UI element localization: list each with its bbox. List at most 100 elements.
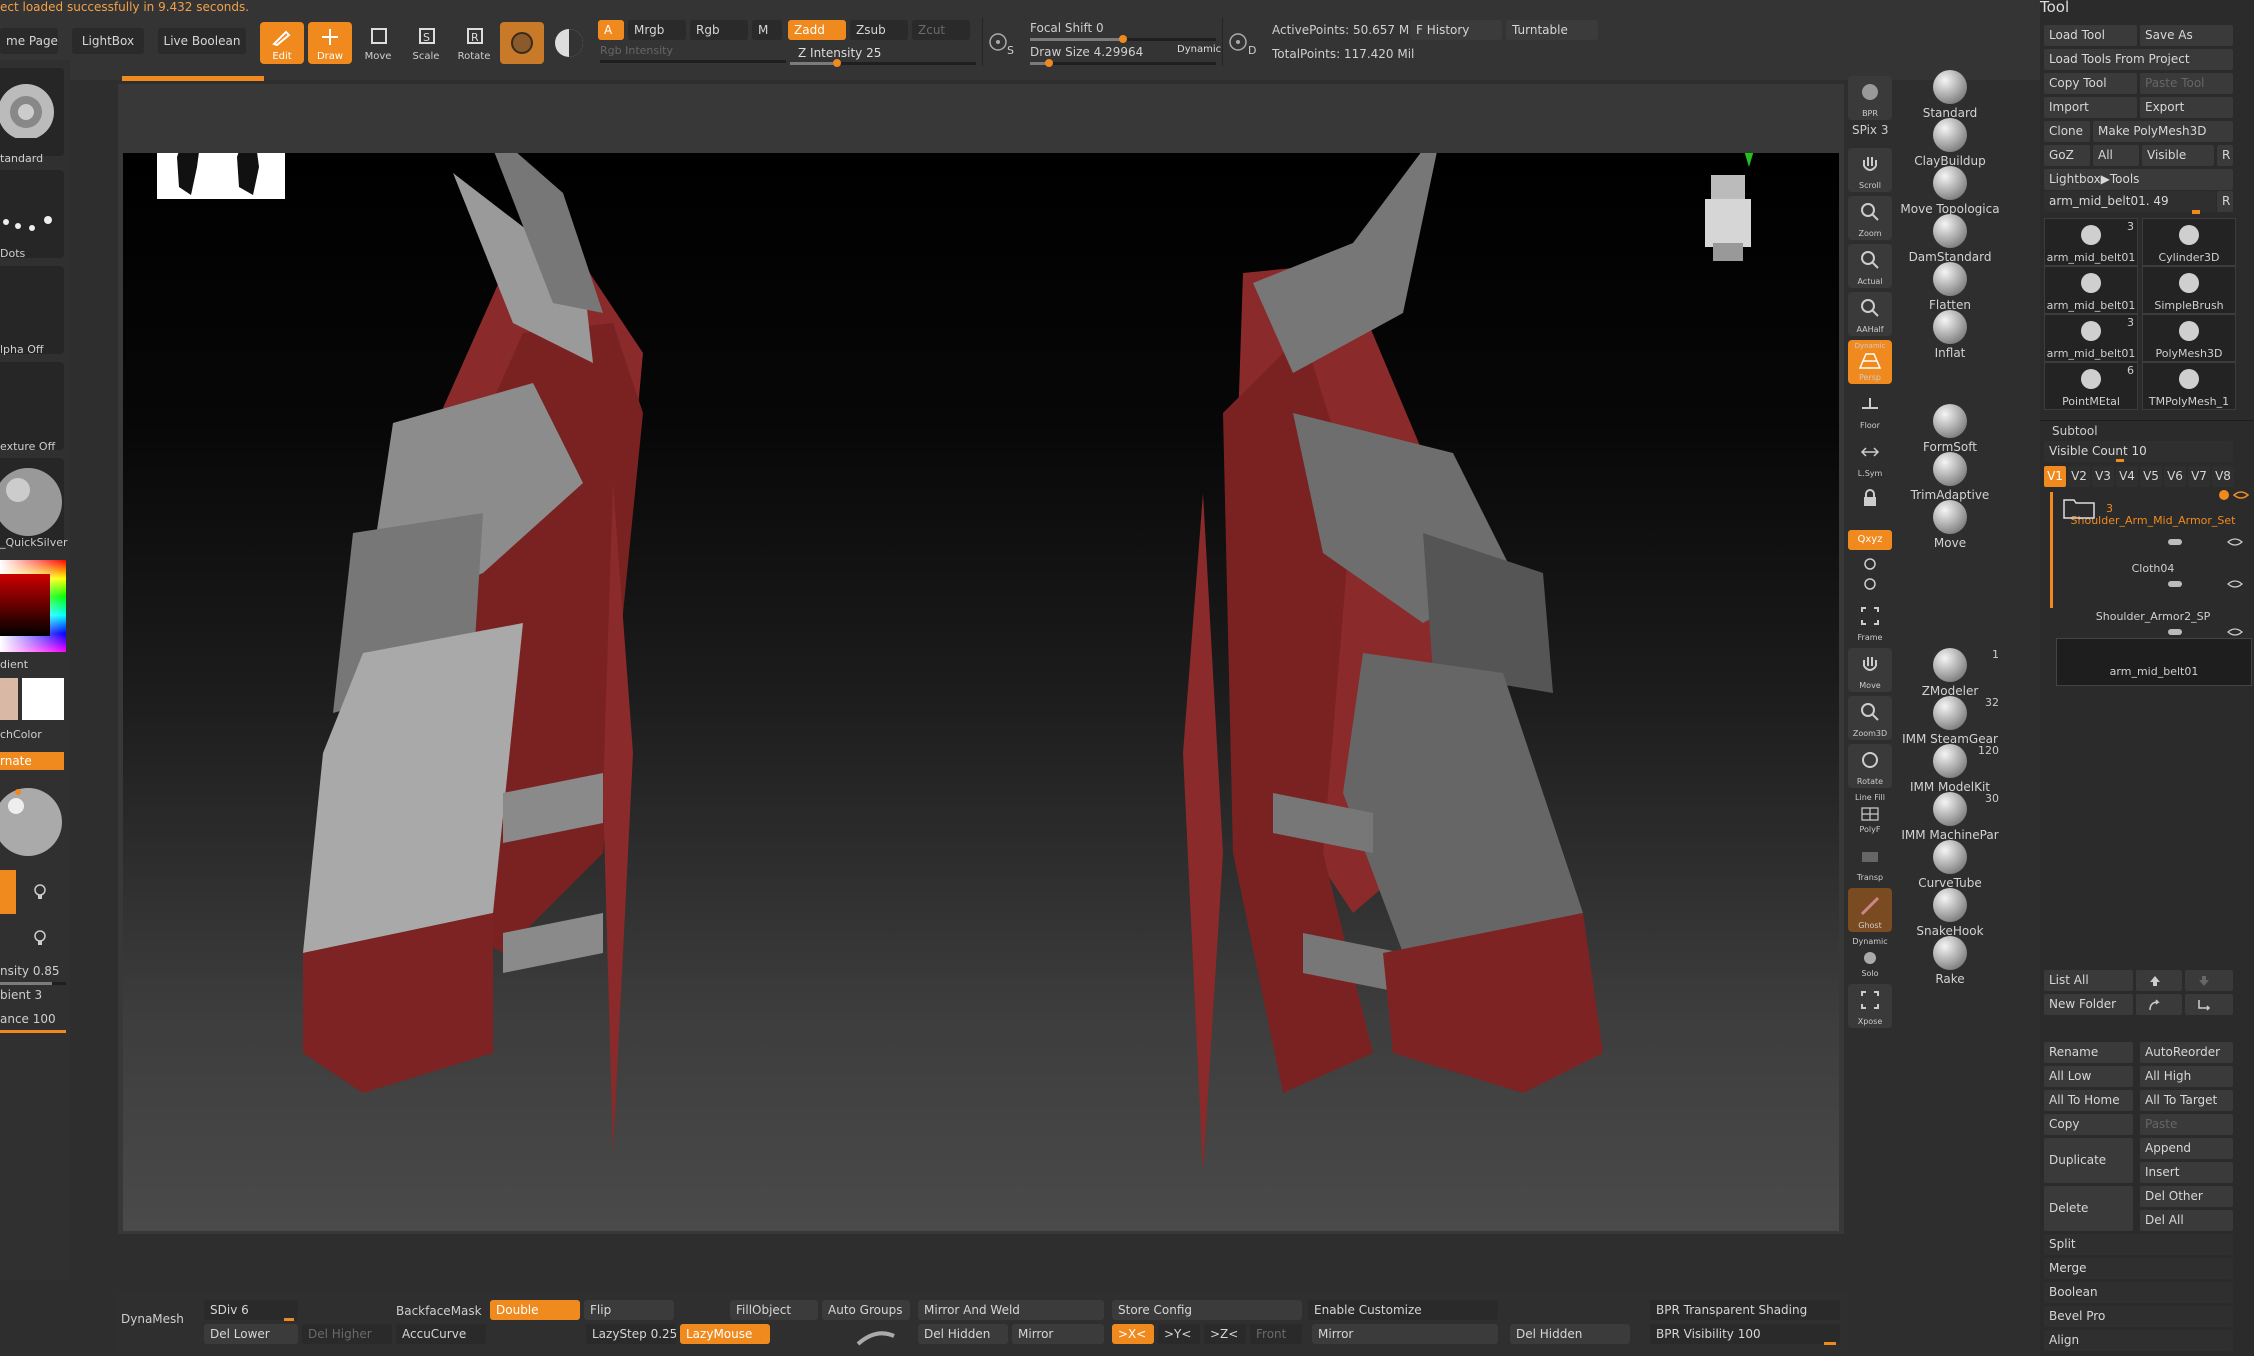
brush-move[interactable]: Move bbox=[1895, 500, 2005, 550]
flip-button[interactable]: Flip bbox=[584, 1300, 674, 1320]
material-sphere-button[interactable] bbox=[500, 22, 544, 64]
mirror-dropdown[interactable]: Mirror bbox=[1312, 1324, 1498, 1344]
y-axis-button[interactable]: >Y< bbox=[1158, 1324, 1200, 1344]
clone-button[interactable]: Clone bbox=[2044, 121, 2090, 142]
lock-icon[interactable] bbox=[1860, 488, 1880, 508]
tool-thumb[interactable]: PolyMesh3D bbox=[2142, 314, 2236, 362]
folder-icon[interactable] bbox=[2062, 494, 2096, 520]
rgb-intensity-slider[interactable] bbox=[600, 60, 786, 63]
brush-imm-machinepar[interactable]: IMM MachinePar 30 bbox=[1895, 792, 2005, 842]
color-square[interactable] bbox=[0, 574, 50, 636]
a-button[interactable]: A bbox=[598, 20, 624, 40]
version-tab-v4[interactable]: V4 bbox=[2116, 466, 2138, 487]
xpose-button[interactable]: Xpose bbox=[1848, 984, 1892, 1028]
zoom3d-button[interactable]: Zoom3D bbox=[1848, 696, 1892, 740]
brush-inflat[interactable]: Inflat bbox=[1895, 310, 2005, 360]
draw-size-slider[interactable] bbox=[1030, 59, 1216, 67]
duplicate-button[interactable]: Duplicate bbox=[2044, 1138, 2133, 1183]
import-button[interactable]: Import bbox=[2044, 97, 2137, 118]
switch-color-label[interactable]: chColor bbox=[0, 728, 64, 741]
bpr-button[interactable]: BPR bbox=[1848, 76, 1892, 120]
version-tab-v5[interactable]: V5 bbox=[2140, 466, 2162, 487]
ghost-button[interactable]: Ghost bbox=[1848, 888, 1892, 932]
alternate-button[interactable]: rnate bbox=[0, 752, 64, 770]
move-button[interactable]: Move bbox=[356, 22, 400, 64]
light-toggle-button[interactable] bbox=[0, 870, 16, 914]
goz-r-button[interactable]: R bbox=[2217, 145, 2233, 166]
lazymouse-button[interactable]: LazyMouse bbox=[680, 1324, 770, 1344]
turntable-button[interactable]: Turntable bbox=[1506, 20, 1598, 40]
enable-customize-button[interactable]: Enable Customize bbox=[1308, 1300, 1498, 1320]
zcut-button[interactable]: Zcut bbox=[912, 20, 970, 40]
floor-button[interactable]: Floor bbox=[1848, 388, 1892, 432]
version-tab-v7[interactable]: V7 bbox=[2188, 466, 2210, 487]
polyf-button[interactable]: Line Fill PolyF bbox=[1848, 792, 1892, 836]
rotate-z-icon[interactable] bbox=[1862, 576, 1878, 592]
edit-button[interactable]: Edit bbox=[260, 22, 304, 64]
accucurve-button[interactable]: AccuCurve bbox=[396, 1324, 486, 1344]
store-config-button[interactable]: Store Config bbox=[1112, 1300, 1302, 1320]
merge-menu[interactable]: Merge bbox=[2044, 1258, 2233, 1279]
bpr-visibility-slider[interactable]: BPR Visibility 100 bbox=[1650, 1324, 1840, 1344]
folder-in-button[interactable] bbox=[2136, 994, 2182, 1015]
brush-trimadaptive[interactable]: TrimAdaptive bbox=[1895, 452, 2005, 502]
mirror-button[interactable]: Mirror bbox=[1012, 1324, 1104, 1344]
brush-damstandard[interactable]: DamStandard bbox=[1895, 214, 2005, 264]
move-up-button[interactable] bbox=[2136, 970, 2182, 991]
x-axis-button[interactable]: >X< bbox=[1112, 1324, 1154, 1344]
move-view-button[interactable]: Move bbox=[1848, 648, 1892, 692]
dynamesh-button[interactable]: DynaMesh bbox=[121, 1312, 184, 1326]
stroke-thumbnail[interactable] bbox=[0, 170, 64, 258]
move-down-button[interactable] bbox=[2185, 970, 2233, 991]
insert-button[interactable]: Insert bbox=[2140, 1162, 2233, 1183]
all-to-target-button[interactable]: All To Target bbox=[2140, 1090, 2233, 1111]
brush-curvetube[interactable]: CurveTube bbox=[1895, 840, 2005, 890]
aahalf-button[interactable]: AAHalf bbox=[1848, 292, 1892, 336]
align-menu[interactable]: Align bbox=[2044, 1330, 2233, 1351]
draw-size-label[interactable]: Draw Size 4.29964 bbox=[1030, 45, 1143, 59]
brush-standard[interactable]: Standard bbox=[1895, 70, 2005, 120]
f-history-button[interactable]: F History bbox=[1410, 20, 1502, 40]
backface-mask-label[interactable]: BackfaceMask bbox=[396, 1304, 482, 1318]
rgb-intensity-slider-label[interactable]: Rgb Intensity bbox=[600, 44, 673, 57]
copy-tool-button[interactable]: Copy Tool bbox=[2044, 73, 2137, 94]
del-higher-button[interactable]: Del Higher bbox=[302, 1324, 392, 1344]
subtool-item[interactable]: Shoulder_Armor2_SP bbox=[2056, 590, 2250, 636]
delete-button[interactable]: Delete bbox=[2044, 1186, 2133, 1231]
lightbulb-icon-2[interactable] bbox=[30, 928, 50, 948]
color-picker[interactable] bbox=[0, 560, 66, 652]
version-tab-v6[interactable]: V6 bbox=[2164, 466, 2186, 487]
persp-button[interactable]: Dynamic Persp bbox=[1848, 340, 1892, 384]
copy-subtool-button[interactable]: Copy bbox=[2044, 1114, 2133, 1135]
z-intensity-label[interactable]: Z Intensity 25 bbox=[798, 46, 881, 60]
paste-subtool-button[interactable]: Paste bbox=[2140, 1114, 2233, 1135]
brush-thumbnail[interactable] bbox=[0, 68, 64, 156]
brush-snakehook[interactable]: SnakeHook bbox=[1895, 888, 2005, 938]
focal-shift-label[interactable]: Focal Shift 0 bbox=[1030, 21, 1104, 35]
draw-button[interactable]: Draw bbox=[308, 22, 352, 64]
all-to-home-button[interactable]: All To Home bbox=[2044, 1090, 2133, 1111]
all-low-button[interactable]: All Low bbox=[2044, 1066, 2133, 1087]
armor-model-left[interactable] bbox=[283, 153, 843, 1231]
list-all-button[interactable]: List All bbox=[2044, 970, 2133, 991]
lightbulb-icon[interactable] bbox=[30, 882, 50, 902]
tool-thumb[interactable]: SimpleBrush bbox=[2142, 266, 2236, 314]
subtool-toggle-icons[interactable] bbox=[2168, 578, 2248, 590]
version-tab-v1[interactable]: V1 bbox=[2044, 466, 2066, 487]
brush-zmodeler[interactable]: ZModeler 1 bbox=[1895, 648, 2005, 698]
goz-visible-button[interactable]: Visible bbox=[2142, 145, 2214, 166]
mrgb-button[interactable]: Mrgb bbox=[628, 20, 686, 40]
version-tab-v2[interactable]: V2 bbox=[2068, 466, 2090, 487]
alpha-thumbnail[interactable] bbox=[0, 266, 64, 354]
visible-count-slider[interactable]: Visible Count 10 bbox=[2044, 441, 2233, 462]
del-other-button[interactable]: Del Other bbox=[2140, 1186, 2233, 1207]
load-tools-from-project-button[interactable]: Load Tools From Project bbox=[2044, 49, 2233, 70]
auto-groups-button[interactable]: Auto Groups bbox=[822, 1300, 910, 1320]
subtool-toggle-icons[interactable] bbox=[2168, 626, 2248, 638]
scroll-button[interactable]: Scroll bbox=[1848, 148, 1892, 192]
tool-thumb[interactable]: PointMEtal 6 bbox=[2044, 362, 2138, 410]
armor-model-right[interactable] bbox=[1123, 153, 1683, 1231]
material-thumbnail[interactable] bbox=[0, 458, 64, 546]
tool-thumb[interactable]: Cylinder3D bbox=[2142, 218, 2236, 266]
rgb-button[interactable]: Rgb bbox=[690, 20, 748, 40]
